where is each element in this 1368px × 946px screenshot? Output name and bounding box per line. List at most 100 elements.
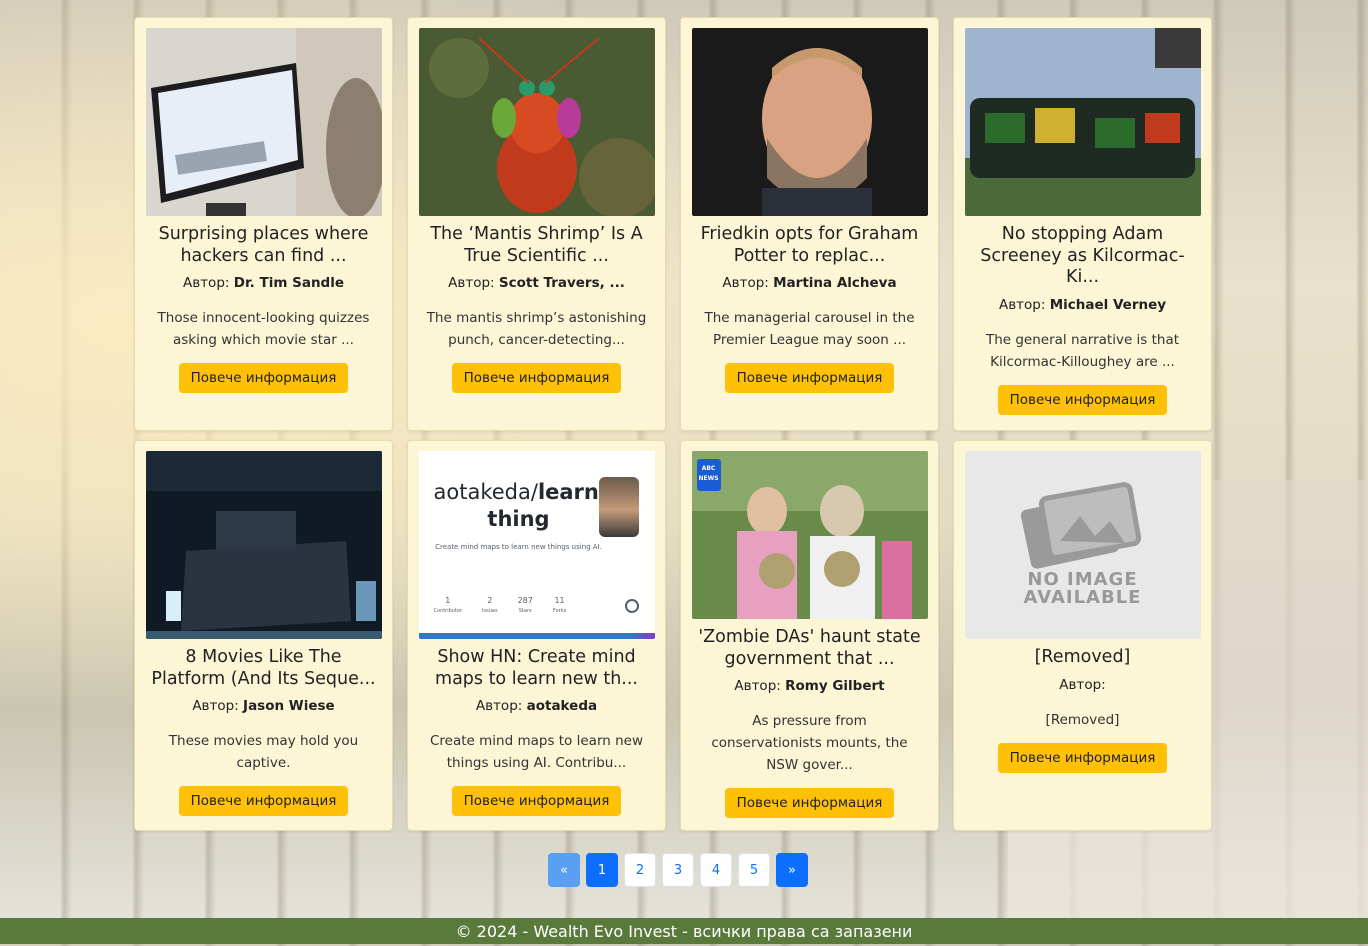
- article-description: Those innocent-looking quizzes asking wh…: [157, 310, 370, 348]
- article-image[interactable]: [691, 28, 928, 216]
- more-info-button[interactable]: Повече информация: [178, 363, 349, 393]
- article-card: Surprising places where hackers can find…: [134, 17, 393, 431]
- author-label: Автор:: [192, 698, 239, 714]
- article-card: ABC NEWS 'Zombie DAs' haunt state governm…: [680, 440, 939, 831]
- footer: © 2024 - Wealth Evo Invest - всички прав…: [0, 918, 1368, 944]
- article-author: Автор: Dr. Tim Sandle: [183, 275, 344, 291]
- pagination-page-1[interactable]: 1: [586, 853, 618, 887]
- author-name: Scott Travers, ...: [498, 275, 625, 291]
- article-title[interactable]: Surprising places where hackers can find…: [151, 224, 377, 267]
- pagination-prev[interactable]: «: [548, 853, 580, 887]
- stat-value: 11: [554, 596, 565, 605]
- article-image[interactable]: [964, 28, 1201, 216]
- article-image[interactable]: [145, 451, 382, 639]
- author-label: Автор:: [448, 275, 495, 291]
- article-card: 8 Movies Like The Platform (And Its Sequ…: [134, 440, 393, 831]
- article-title[interactable]: 'Zombie DAs' haunt state government that…: [697, 627, 923, 670]
- more-info-button[interactable]: Повече информация: [451, 363, 622, 393]
- author-name: Michael Verney: [1049, 296, 1167, 313]
- article-title[interactable]: Friedkin opts for Graham Potter to repla…: [697, 224, 923, 267]
- no-image-line2: AVAILABLE: [1023, 587, 1142, 608]
- article-title[interactable]: The ‘Mantis Shrimp’ Is A True Scientific…: [424, 224, 650, 267]
- article-author: Автор: Martina Alcheva: [722, 275, 896, 291]
- github-repo-title: aotakeda/learn-thing: [433, 479, 608, 533]
- article-title[interactable]: No stopping Adam Screeney as Kilcormac-K…: [970, 224, 1196, 289]
- github-stat: 11 Forks: [553, 596, 566, 614]
- kiosk-illustration: [145, 28, 382, 216]
- more-info-button[interactable]: Повече информация: [178, 786, 349, 816]
- article-author: Автор:: [1059, 677, 1105, 693]
- pagination-page-5[interactable]: 5: [738, 853, 770, 887]
- article-description: As pressure from conservationists mounts…: [711, 713, 908, 773]
- pagination-page-3[interactable]: 3: [662, 853, 694, 887]
- no-image-text: NO IMAGE AVAILABLE: [965, 571, 1201, 607]
- author-name: aotakeda: [526, 698, 598, 714]
- article-image[interactable]: [145, 28, 382, 216]
- abc-badge-bottom: NEWS: [698, 475, 719, 482]
- article-image[interactable]: aotakeda/learn-thing Create mind maps to…: [418, 451, 655, 639]
- github-repo-user: aotakeda/: [433, 480, 538, 504]
- stat-label: Forks: [552, 608, 567, 614]
- stat-value: 2: [487, 596, 493, 605]
- pagination: « 1 2 3 4 5 »: [548, 853, 808, 887]
- news-photo-illustration: [691, 451, 928, 619]
- team-photo-illustration: [964, 28, 1201, 216]
- article-grid: Surprising places where hackers can find…: [134, 17, 1214, 831]
- stat-value: 287: [517, 596, 533, 605]
- author-label: Автор:: [722, 275, 769, 291]
- article-author: Автор: Michael Verney: [999, 297, 1166, 313]
- github-preview: aotakeda/learn-thing Create mind maps to…: [433, 479, 608, 551]
- article-description: The managerial carousel in the Premier L…: [704, 310, 915, 348]
- pagination-page-2[interactable]: 2: [624, 853, 656, 887]
- article-title[interactable]: Show HN: Create mind maps to learn new t…: [424, 647, 650, 690]
- article-image[interactable]: ABC NEWS: [691, 451, 928, 619]
- github-avatar: [598, 477, 639, 537]
- author-label: Автор:: [1059, 676, 1106, 693]
- article-image[interactable]: [418, 28, 655, 216]
- github-stat: 2 Issues: [482, 596, 498, 614]
- github-bar: [418, 633, 655, 639]
- article-author: Автор: Jason Wiese: [192, 698, 334, 714]
- more-info-button[interactable]: Повече информация: [724, 363, 895, 393]
- author-name: Martina Alcheva: [773, 275, 897, 291]
- article-author: Автор: aotakeda: [476, 698, 597, 714]
- more-info-button[interactable]: Повече информация: [724, 788, 895, 818]
- author-label: Автор:: [734, 678, 781, 694]
- author-label: Автор:: [183, 275, 230, 291]
- author-name: Dr. Tim Sandle: [233, 275, 344, 291]
- stat-label: Stars: [518, 608, 532, 614]
- author-label: Автор:: [475, 698, 523, 714]
- more-info-button[interactable]: Повече информация: [451, 786, 622, 816]
- pagination-next[interactable]: »: [776, 853, 808, 887]
- github-subtitle: Create mind maps to learn new things usi…: [435, 543, 602, 551]
- portrait-illustration: [691, 28, 928, 216]
- article-card: NO IMAGE AVAILABLE [Removed] Автор: [Remo…: [953, 440, 1212, 831]
- stat-value: 1: [445, 596, 451, 605]
- article-image[interactable]: NO IMAGE AVAILABLE: [964, 451, 1201, 639]
- github-icon: [624, 599, 639, 613]
- article-card: No stopping Adam Screeney as Kilcormac-K…: [953, 17, 1212, 431]
- more-info-button[interactable]: Повече информация: [997, 384, 1168, 415]
- article-title[interactable]: 8 Movies Like The Platform (And Its Sequ…: [151, 647, 377, 690]
- abc-news-logo: ABC NEWS: [696, 459, 721, 491]
- article-card: Friedkin opts for Graham Potter to repla…: [680, 17, 939, 431]
- author-label: Автор:: [998, 296, 1046, 313]
- movie-still-illustration: [145, 451, 382, 639]
- article-author: Автор: Scott Travers, ...: [448, 275, 625, 291]
- github-stat: 287 Stars: [518, 596, 533, 614]
- pagination-page-4[interactable]: 4: [700, 853, 732, 887]
- article-title[interactable]: [Removed]: [970, 647, 1196, 669]
- stat-label: Contributor: [433, 608, 463, 614]
- stat-label: Issues: [482, 608, 498, 614]
- author-name: Jason Wiese: [243, 698, 335, 714]
- abc-badge-top: ABC: [701, 465, 716, 472]
- no-image-placeholder-icon: [964, 451, 1201, 639]
- github-stat: 1 Contributor: [434, 596, 463, 614]
- author-name: Romy Gilbert: [785, 678, 885, 694]
- more-info-button[interactable]: Повече информация: [997, 742, 1168, 773]
- article-description: These movies may hold you captive.: [168, 733, 359, 771]
- article-description: The general narrative is that Kilcormac-…: [985, 331, 1180, 370]
- article-author: Автор: Romy Gilbert: [734, 678, 884, 694]
- article-description: The mantis shrimp’s astonishing punch, c…: [426, 310, 647, 348]
- github-stats: 1 Contributor 2 Issues 287 Stars 11 Forks: [434, 596, 567, 614]
